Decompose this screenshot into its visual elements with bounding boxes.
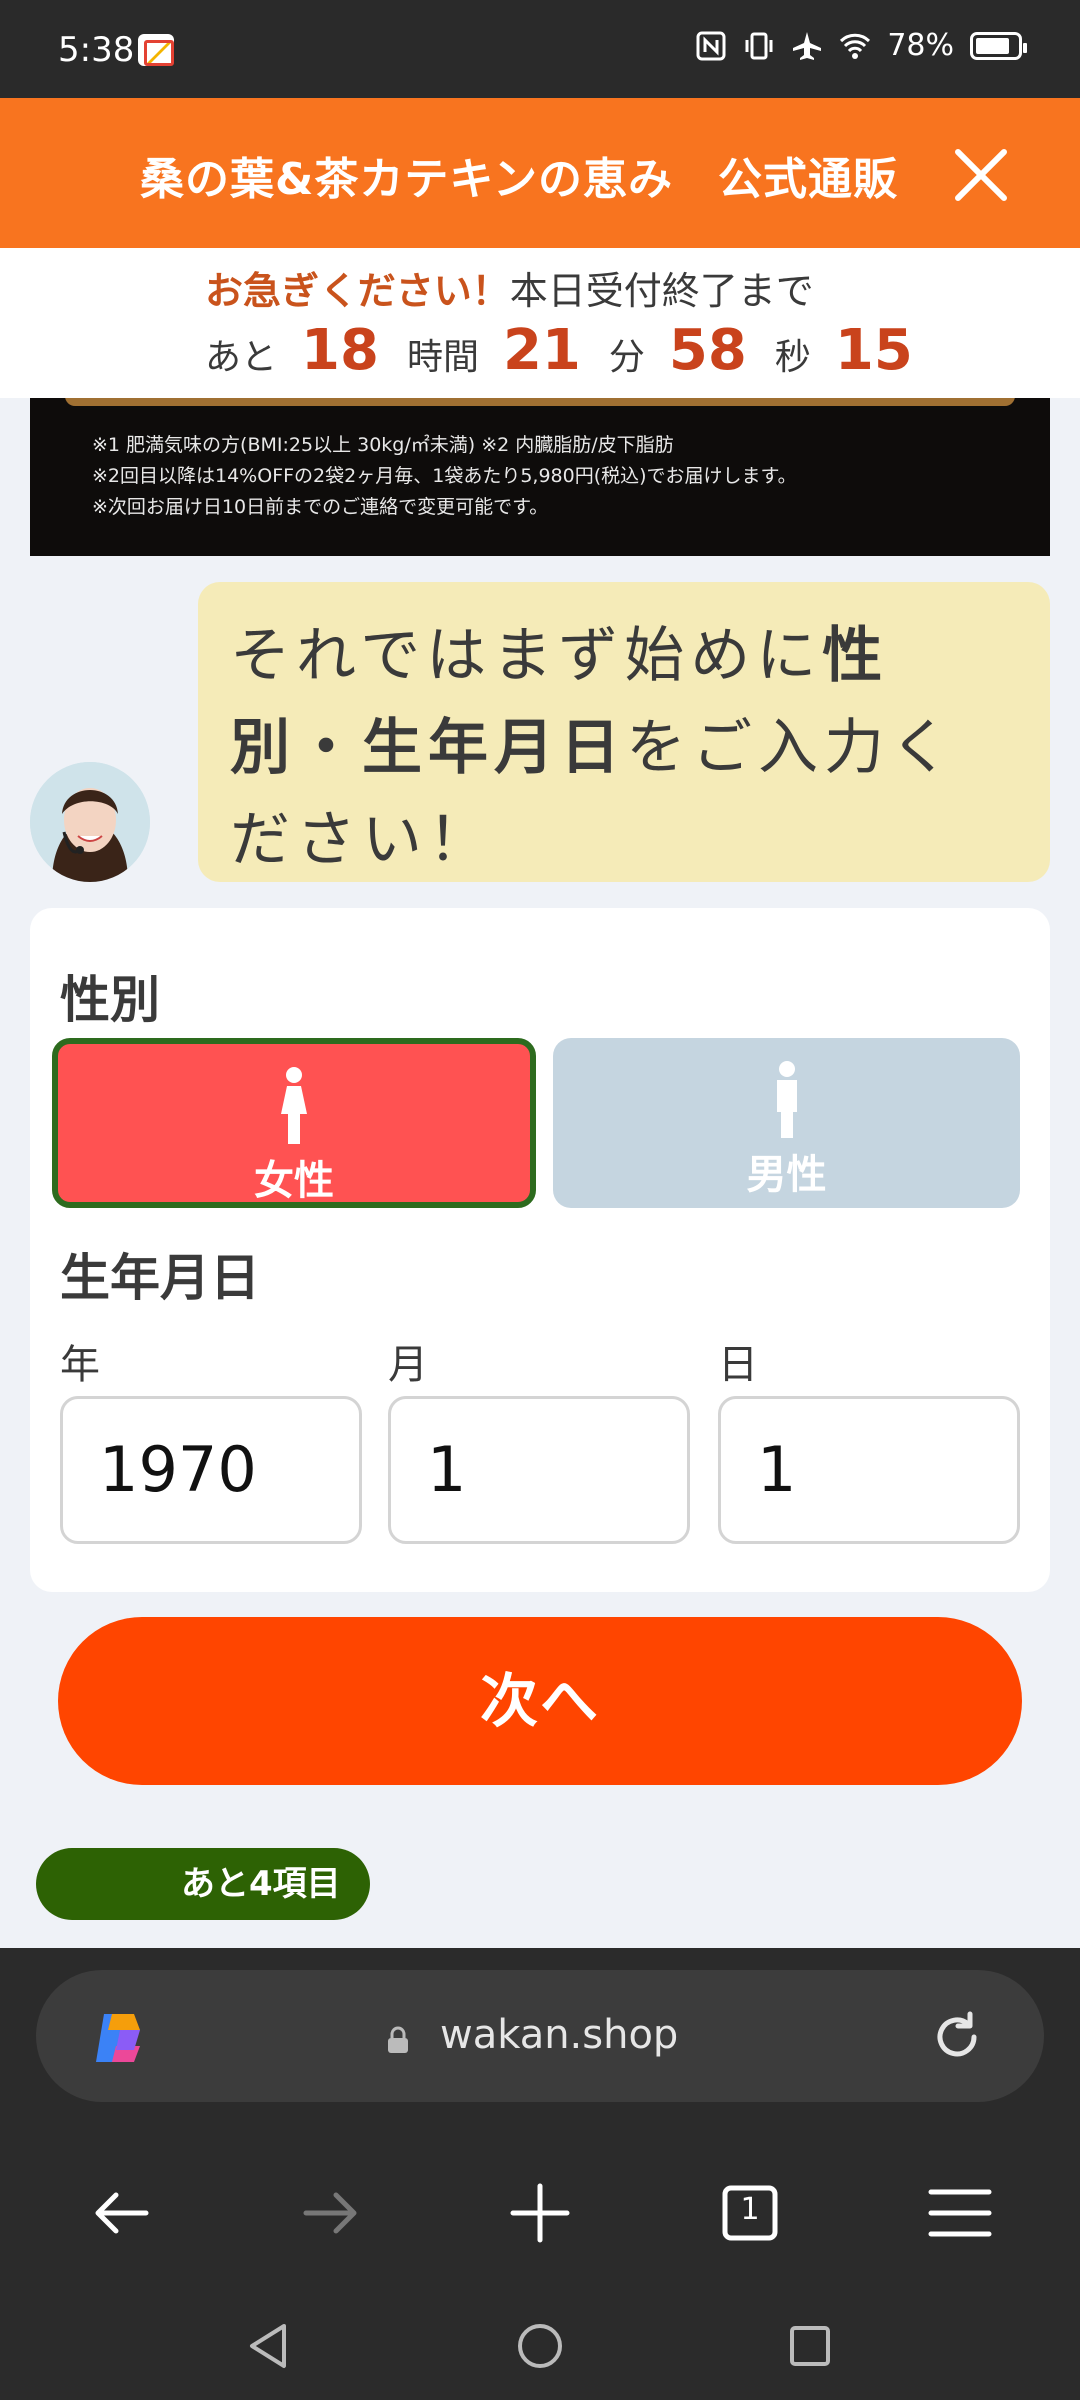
input-form-card: 性別 女性 男性 生年月日 年 月 日 1970 1 1 bbox=[30, 908, 1050, 1592]
countdown-minutes: 21 bbox=[502, 318, 581, 383]
menu-icon[interactable] bbox=[915, 2168, 1005, 2258]
back-icon[interactable] bbox=[76, 2168, 166, 2258]
address-bar[interactable]: wakan.shop bbox=[36, 1970, 1044, 2102]
close-icon[interactable] bbox=[950, 144, 1012, 206]
next-button[interactable]: 次へ bbox=[58, 1617, 1022, 1785]
countdown-values: あと 18 時間 21 分 58 秒 15 bbox=[205, 318, 941, 383]
chat-text: それではまず始めに bbox=[230, 621, 823, 691]
male-button[interactable]: 男性 bbox=[553, 1038, 1020, 1208]
minutes-label: 分 bbox=[608, 337, 645, 378]
system-back-icon[interactable] bbox=[240, 2318, 296, 2374]
banner-notes: ※1 肥満気味の方(BMI:25以上 30kg/㎡未満) ※2 内臓脂肪/皮下脂… bbox=[92, 430, 797, 523]
new-tab-icon[interactable] bbox=[495, 2168, 585, 2258]
status-time: 5:38 bbox=[58, 30, 135, 70]
status-icons: 78% bbox=[695, 28, 1027, 63]
female-button[interactable]: 女性 bbox=[52, 1038, 536, 1208]
forward-icon[interactable] bbox=[286, 2168, 376, 2258]
airplane-icon bbox=[793, 31, 822, 60]
url-text: wakan.shop bbox=[440, 2012, 679, 2058]
countdown-hours: 18 bbox=[301, 318, 379, 383]
until-text: 本日受付終了まで bbox=[509, 269, 814, 313]
system-recents-icon[interactable] bbox=[782, 2318, 838, 2374]
lock-icon bbox=[388, 2026, 408, 2053]
operator-face-icon bbox=[30, 762, 150, 882]
birthday-label: 生年月日 bbox=[60, 1249, 260, 1307]
system-nav-bar bbox=[0, 2290, 1080, 2400]
male-label: 男性 bbox=[746, 1152, 827, 1198]
year-label: 年 bbox=[60, 1342, 100, 1388]
countdown-prefix: あと bbox=[205, 337, 278, 378]
seconds-label: 秒 bbox=[774, 337, 811, 378]
page-title: 桑の葉&茶カテキンの恵み 公式通販 bbox=[140, 154, 899, 205]
nfc-icon bbox=[696, 31, 726, 60]
page-header: 桑の葉&茶カテキンの恵み 公式通販 bbox=[0, 98, 1080, 248]
battery-percent: 78% bbox=[887, 28, 954, 63]
gender-label: 性別 bbox=[60, 971, 160, 1029]
gmail-icon bbox=[138, 34, 174, 66]
female-label: 女性 bbox=[254, 1158, 334, 1204]
countdown-timer: お急ぎください！本日受付終了まで あと 18 時間 21 分 58 秒 15 bbox=[0, 248, 1080, 398]
countdown-heading: お急ぎください！本日受付終了まで bbox=[205, 260, 814, 315]
browser-nav-row: 1 bbox=[0, 2168, 1080, 2288]
hurry-text: お急ぎください！ bbox=[205, 269, 510, 313]
remaining-items-badge: あと4項目 bbox=[36, 1848, 370, 1920]
day-label: 日 bbox=[718, 1342, 758, 1388]
product-banner: ※1 肥満気味の方(BMI:25以上 30kg/㎡未満) ※2 内臓脂肪/皮下脂… bbox=[30, 398, 1050, 556]
female-icon bbox=[281, 1067, 307, 1144]
month-label: 月 bbox=[388, 1342, 428, 1388]
copilot-icon[interactable] bbox=[86, 2006, 150, 2070]
banner-note: ※次回お届け日10日前までのご連絡で変更可能です。 bbox=[92, 496, 549, 518]
year-input[interactable]: 1970 bbox=[60, 1396, 362, 1544]
vibrate-icon bbox=[745, 32, 773, 59]
countdown-seconds: 58 bbox=[668, 318, 747, 383]
banner-note: ※1 肥満気味の方(BMI:25以上 30kg/㎡未満) ※2 内臓脂肪/皮下脂… bbox=[92, 434, 674, 456]
wifi-icon bbox=[840, 33, 871, 59]
tab-count: 1 bbox=[740, 2192, 760, 2227]
countdown-frames: 15 bbox=[834, 318, 913, 383]
banner-gold-bar bbox=[65, 398, 1015, 406]
month-input[interactable]: 1 bbox=[388, 1396, 690, 1544]
tabs-button[interactable]: 1 bbox=[705, 2168, 795, 2258]
banner-note: ※2回目以降は14%OFFの2袋2ヶ月毎、1袋あたり5,980円(税込)でお届け… bbox=[92, 465, 797, 487]
hours-label: 時間 bbox=[406, 337, 479, 378]
chat-bubble: それではまず始めに性別・生年月日をご入力ください！ bbox=[198, 582, 1050, 882]
battery-icon bbox=[970, 31, 1027, 60]
status-bar: 5:38 78% bbox=[0, 0, 1080, 98]
reload-icon[interactable] bbox=[928, 2008, 986, 2066]
male-icon bbox=[776, 1061, 797, 1138]
browser-toolbar: wakan.shop 1 bbox=[0, 1948, 1080, 2400]
operator-avatar bbox=[30, 762, 150, 882]
system-home-icon[interactable] bbox=[512, 2318, 568, 2374]
day-input[interactable]: 1 bbox=[718, 1396, 1020, 1544]
